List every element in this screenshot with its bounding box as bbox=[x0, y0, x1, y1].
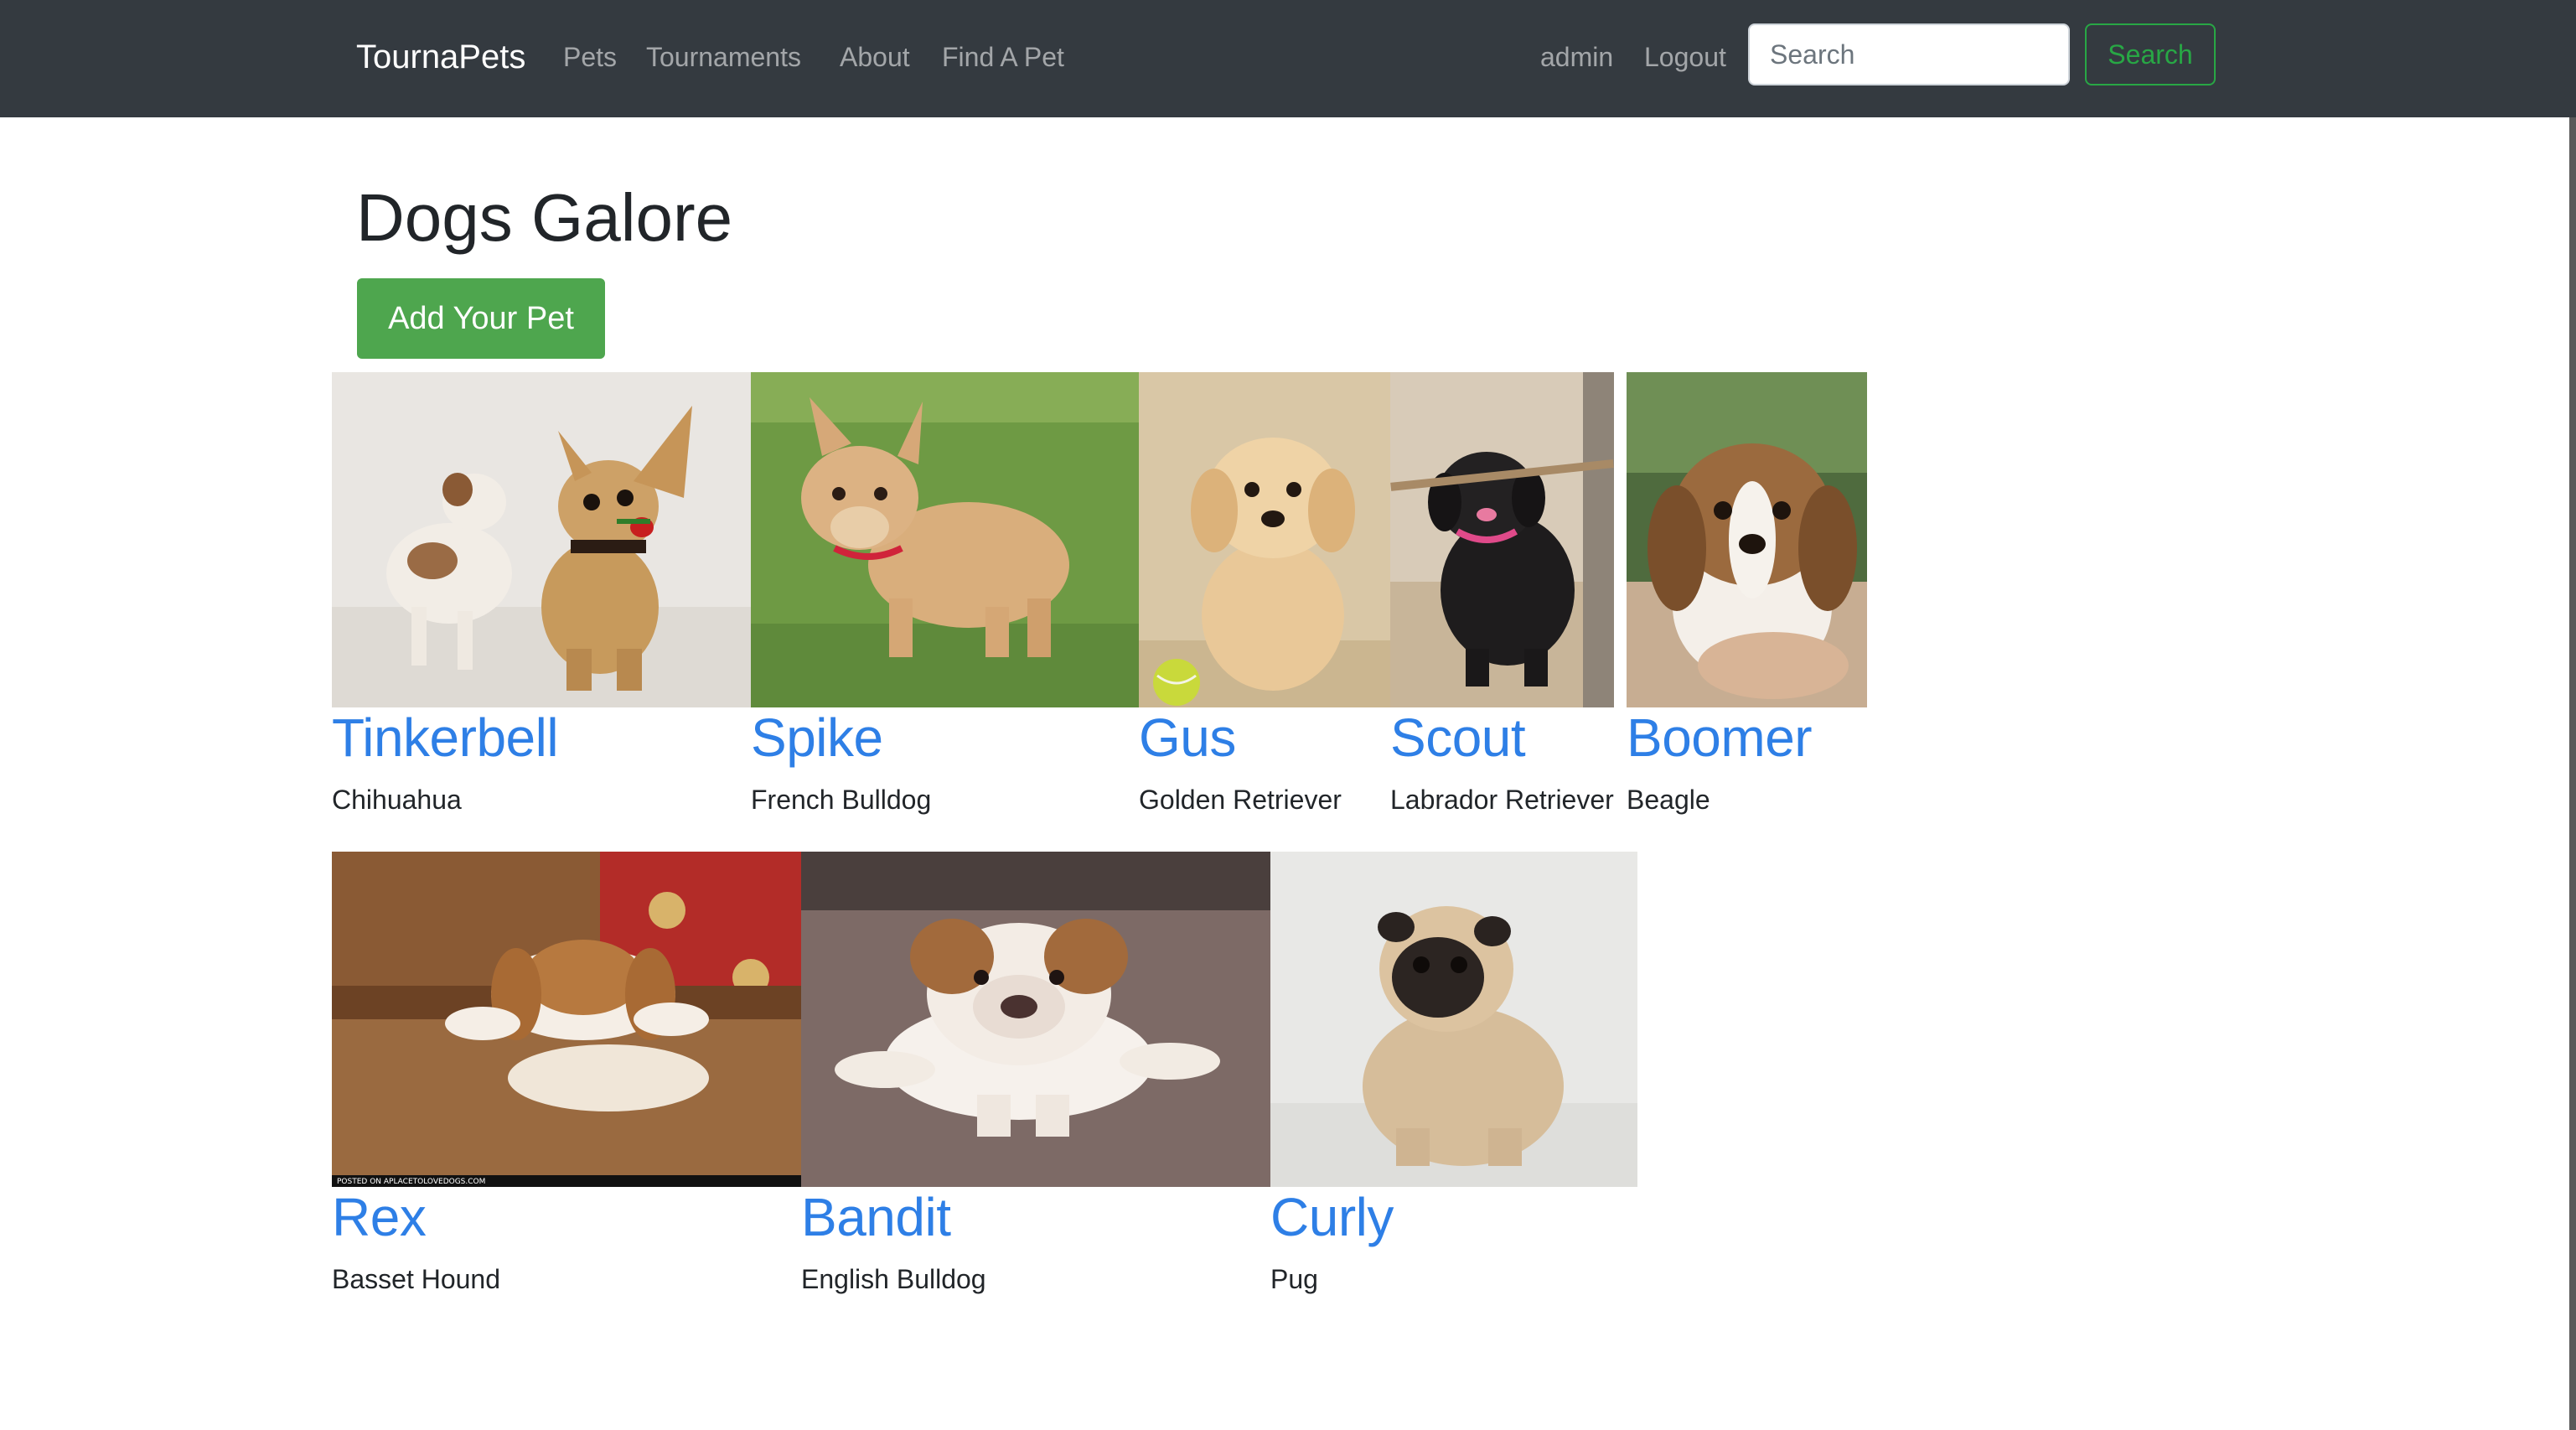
pet-breed: English Bulldog bbox=[801, 1264, 986, 1294]
nav-link-find-a-pet[interactable]: Find A Pet bbox=[942, 37, 1064, 77]
pet-breed: Pug bbox=[1270, 1264, 1318, 1294]
nav-logout-link[interactable]: Logout bbox=[1644, 37, 1726, 77]
pet-card-bandit: Bandit English Bulldog bbox=[801, 852, 1270, 1304]
pet-photo-rex[interactable]: POSTED ON APLACETOLOVEDOGS.COM bbox=[332, 852, 801, 1187]
pet-name-link[interactable]: Spike bbox=[751, 706, 883, 769]
pet-card-rex: POSTED ON APLACETOLOVEDOGS.COM Rex Basse… bbox=[332, 852, 801, 1304]
pet-photo-spike[interactable] bbox=[751, 372, 1139, 707]
brand-logo-link[interactable]: TournaPets bbox=[356, 34, 525, 80]
nav-user-admin[interactable]: admin bbox=[1540, 37, 1613, 77]
search-input[interactable] bbox=[1748, 23, 2070, 85]
pet-breed: Chihuahua bbox=[332, 785, 462, 815]
pet-card-boomer: Boomer Beagle bbox=[1627, 372, 1867, 825]
pet-name-link[interactable]: Bandit bbox=[801, 1185, 951, 1249]
nav-link-about[interactable]: About bbox=[840, 37, 910, 77]
pet-name-link[interactable]: Boomer bbox=[1627, 706, 1813, 769]
add-your-pet-button[interactable]: Add Your Pet bbox=[357, 278, 605, 359]
pet-card-gus: Gus Golden Retriever bbox=[1139, 372, 1390, 825]
nav-link-tournaments[interactable]: Tournaments bbox=[646, 37, 801, 77]
pet-breed: Labrador Retriever bbox=[1390, 785, 1614, 815]
window-edge bbox=[2569, 117, 2576, 1430]
pet-breed: Beagle bbox=[1627, 785, 1710, 815]
search-button[interactable]: Search bbox=[2085, 23, 2216, 85]
pet-photo-scout[interactable] bbox=[1390, 372, 1614, 707]
pet-photo-boomer[interactable] bbox=[1627, 372, 1867, 707]
pet-breed: French Bulldog bbox=[751, 785, 932, 815]
pet-name-link[interactable]: Tinkerbell bbox=[332, 706, 559, 769]
nav-link-pets[interactable]: Pets bbox=[563, 37, 617, 77]
pet-breed: Basset Hound bbox=[332, 1264, 501, 1294]
pet-card-scout: Scout Labrador Retriever bbox=[1390, 372, 1627, 825]
pet-photo-tinkerbell[interactable] bbox=[332, 372, 751, 707]
pet-name-link[interactable]: Gus bbox=[1139, 706, 1236, 769]
pet-photo-bandit[interactable] bbox=[801, 852, 1270, 1187]
pet-photo-gus[interactable] bbox=[1139, 372, 1390, 707]
top-navbar: TournaPets Pets Tournaments About Find A… bbox=[0, 0, 2576, 117]
pet-card-curly: Curly Pug bbox=[1270, 852, 1638, 1304]
pet-photo-curly[interactable] bbox=[1270, 852, 1637, 1187]
pet-name-link[interactable]: Curly bbox=[1270, 1185, 1394, 1249]
page-title: Dogs Galore bbox=[356, 180, 733, 255]
pet-card-spike: Spike French Bulldog bbox=[751, 372, 1140, 825]
pet-name-link[interactable]: Rex bbox=[332, 1185, 427, 1249]
pet-name-link[interactable]: Scout bbox=[1390, 706, 1526, 769]
pet-card-tinkerbell: Tinkerbell Chihuahua bbox=[332, 372, 751, 825]
pet-breed: Golden Retriever bbox=[1139, 785, 1342, 815]
